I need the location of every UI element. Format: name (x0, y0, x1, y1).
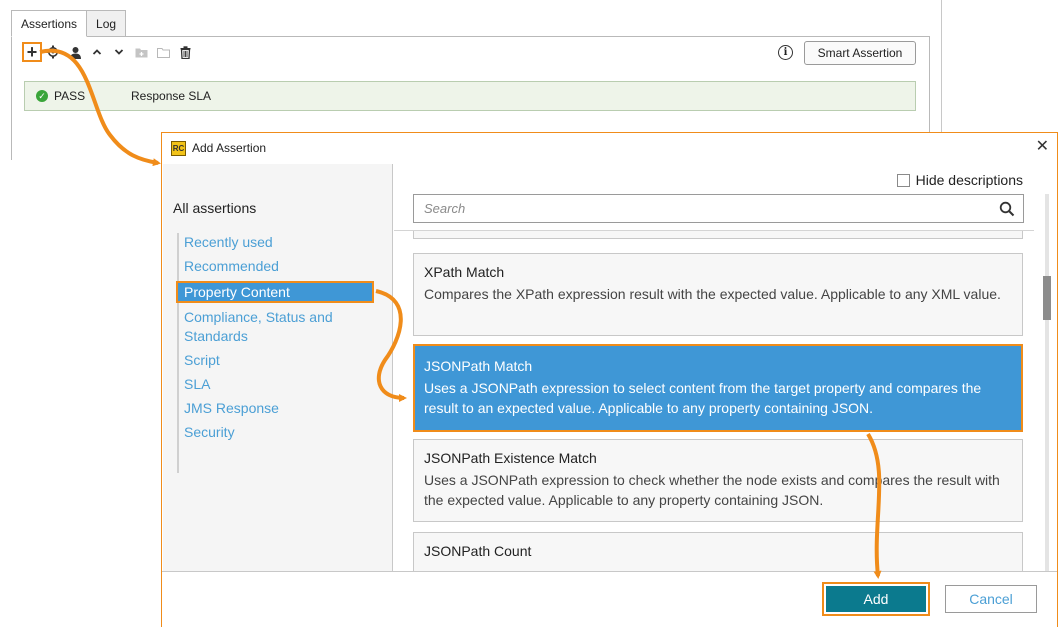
list-item-jsonpath-existence[interactable]: JSONPath Existence Match Uses a JSONPath… (413, 439, 1023, 522)
assertion-title: JSONPath Match (424, 358, 533, 374)
category-security[interactable]: Security (177, 423, 373, 442)
assertion-name: Response SLA (131, 89, 212, 103)
dialog-title-bar: RC Add Assertion ✕ (162, 133, 1057, 163)
gear-icon[interactable] (42, 41, 64, 63)
app-logo-icon: RC (171, 140, 186, 156)
category-list: Recently used Recommended Property Conte… (176, 233, 377, 447)
assertion-title: JSONPath Count (424, 543, 532, 559)
category-sla[interactable]: SLA (177, 375, 373, 394)
list-item-partial[interactable] (413, 231, 1023, 239)
cancel-button[interactable]: Cancel (945, 585, 1037, 613)
dialog-footer: Add Cancel (162, 571, 1057, 627)
all-assertions-heading[interactable]: All assertions (173, 200, 256, 216)
assertion-status: PASS (54, 89, 86, 103)
hide-descriptions-toggle[interactable]: Hide descriptions (896, 172, 1023, 188)
tab-assertions[interactable]: Assertions (11, 10, 88, 37)
assertion-title: JSONPath Existence Match (424, 450, 597, 466)
search-icon[interactable] (999, 201, 1015, 217)
close-icon[interactable]: ✕ (1036, 139, 1049, 155)
add-assertion-dialog: RC Add Assertion ✕ All assertions Recent… (161, 132, 1058, 627)
smart-assertion-button[interactable]: Smart Assertion (804, 41, 916, 65)
category-pane: All assertions Recently used Recommended… (163, 164, 392, 571)
trash-icon[interactable] (174, 41, 196, 63)
assertion-title: XPath Match (424, 264, 505, 280)
folder-add-icon[interactable] (130, 41, 152, 63)
assertion-description: Compares the XPath expression result wit… (424, 286, 1001, 302)
scrollbar-thumb[interactable] (1043, 276, 1051, 320)
chevron-down-icon[interactable] (108, 41, 130, 63)
hide-descriptions-checkbox[interactable] (896, 173, 910, 187)
dialog-title: Add Assertion (192, 141, 267, 155)
list-item-jsonpath-count[interactable]: JSONPath Count (413, 532, 1023, 571)
category-property-content[interactable]: Property Content (176, 281, 374, 303)
assertions-toolbar: + (22, 41, 196, 63)
search-input[interactable] (414, 195, 984, 222)
category-script[interactable]: Script (177, 351, 373, 370)
add-button[interactable]: Add (822, 582, 930, 616)
category-compliance[interactable]: Compliance, Status and Standards (177, 308, 373, 346)
assertion-description: Uses a JSONPath expression to check whet… (424, 472, 1000, 508)
assertion-list: XPath Match Compares the XPath expressio… (394, 230, 1034, 571)
info-icon[interactable]: i (778, 45, 793, 60)
folder-icon[interactable] (152, 41, 174, 63)
add-button-label: Add (826, 586, 926, 612)
category-recommended[interactable]: Recommended (177, 257, 373, 276)
check-circle-icon: ✓ (36, 90, 48, 102)
plus-icon[interactable]: + (22, 42, 42, 62)
category-recently-used[interactable]: Recently used (177, 233, 373, 252)
scrollbar-track[interactable] (1045, 194, 1049, 571)
assertion-list-pane: Hide descriptions XPath Match Compares t… (392, 164, 1057, 571)
list-item-xpath-match[interactable]: XPath Match Compares the XPath expressio… (413, 253, 1023, 336)
tab-log[interactable]: Log (86, 10, 127, 37)
panel-tabs: Assertions Log (11, 10, 127, 37)
user-icon[interactable] (64, 41, 86, 63)
search-box (413, 194, 1024, 223)
assertion-row[interactable]: ✓ PASS Response SLA (24, 81, 916, 111)
list-scrollbar[interactable] (1041, 194, 1053, 571)
category-jms-response[interactable]: JMS Response (177, 399, 373, 418)
list-item-jsonpath-match[interactable]: JSONPath Match Uses a JSONPath expressio… (413, 344, 1023, 432)
chevron-up-icon[interactable] (86, 41, 108, 63)
assertion-description: Uses a JSONPath expression to select con… (424, 380, 982, 416)
hide-descriptions-label: Hide descriptions (915, 172, 1023, 188)
